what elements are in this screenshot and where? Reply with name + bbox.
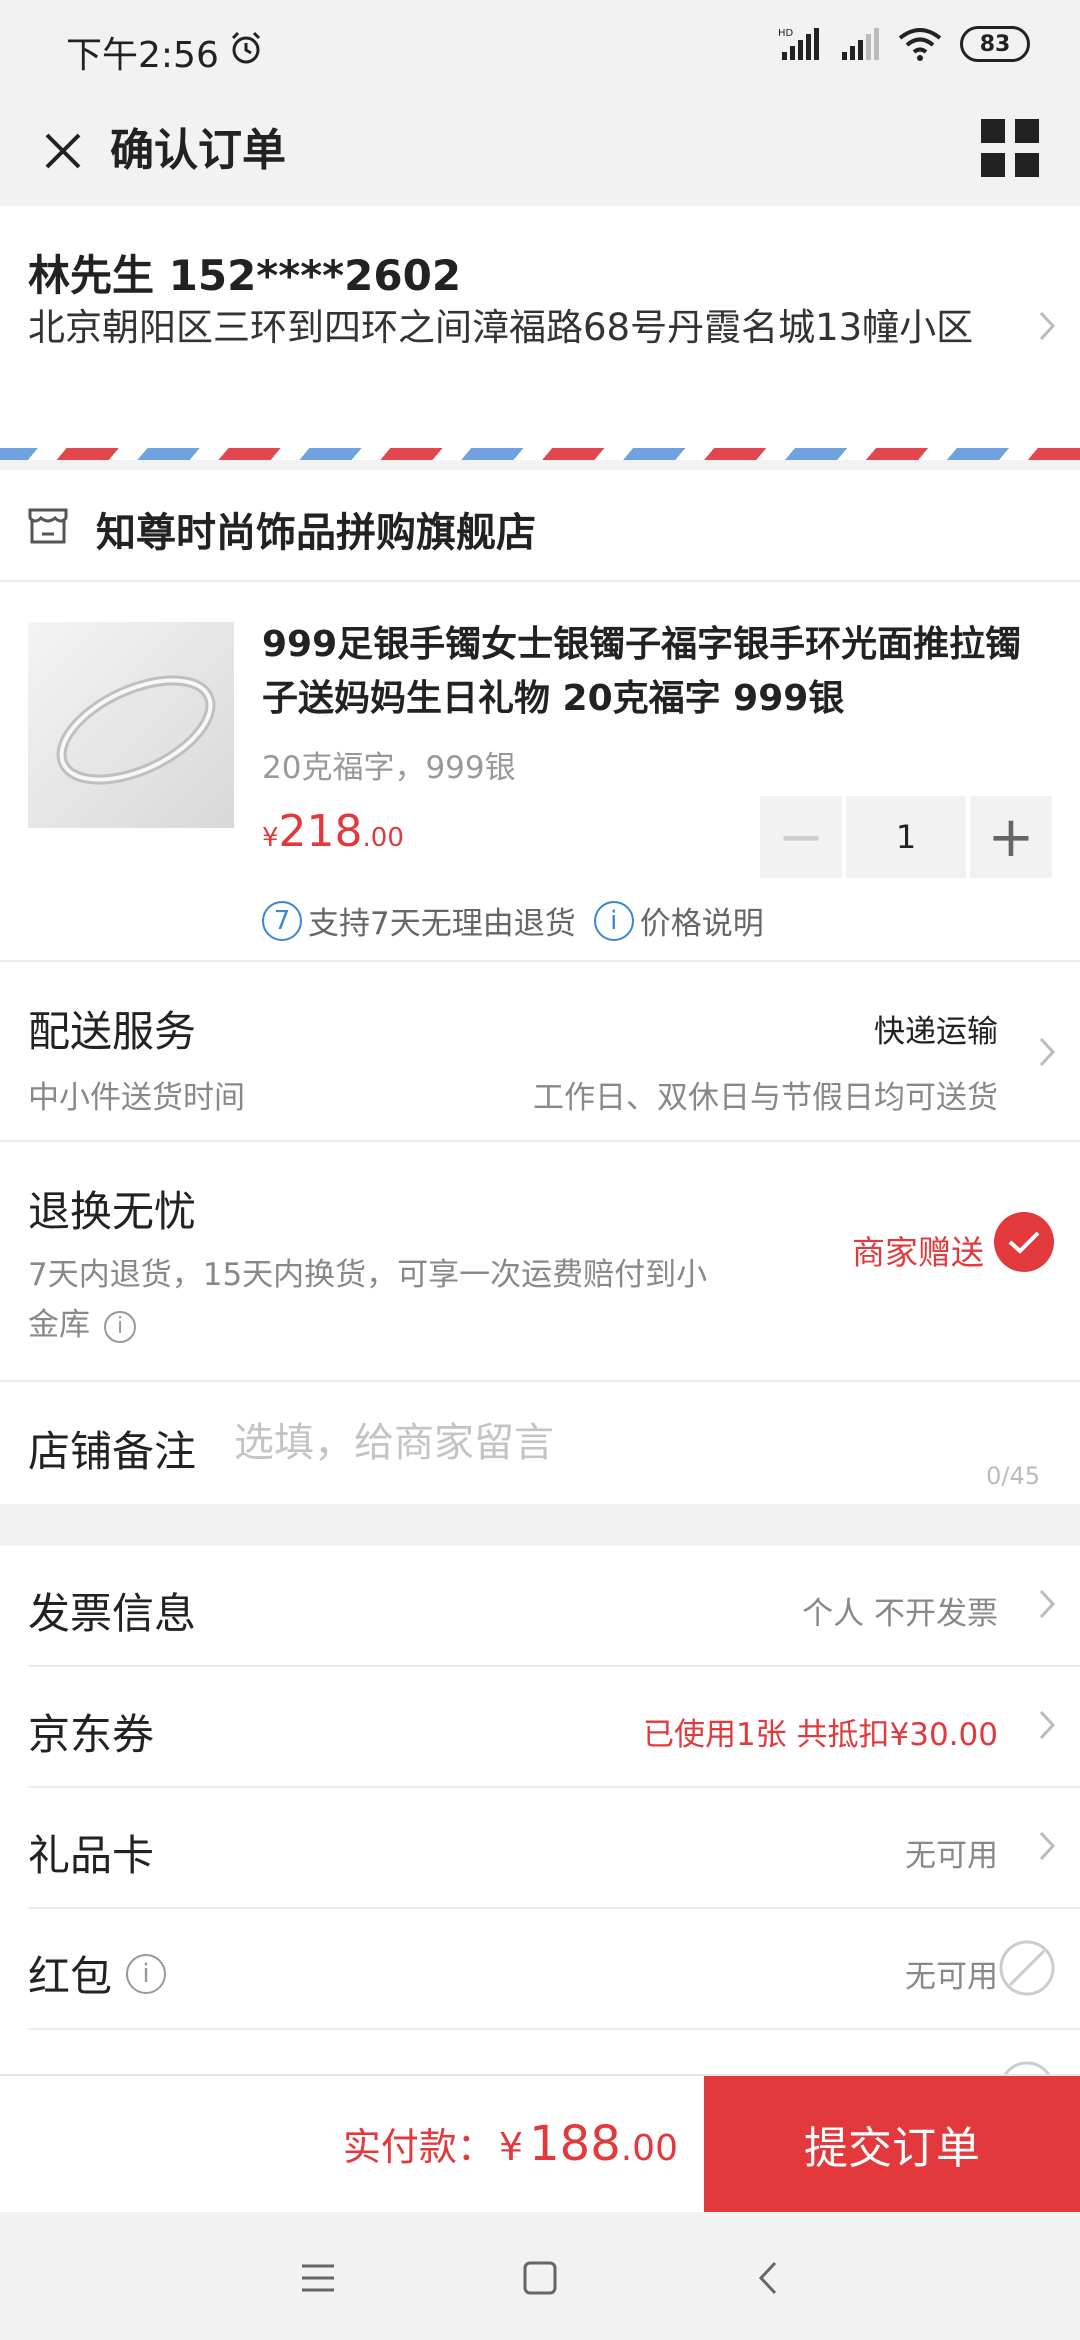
checkout-bar: 实付款： ¥188.00 提交订单: [0, 2074, 1080, 2212]
signal-hd-icon: HD: [778, 28, 819, 60]
status-time: 下午2:56: [66, 35, 219, 76]
store-name: 知尊时尚饰品拼购旗舰店: [96, 510, 536, 556]
return-policy-text: 支持7天无理由退货: [308, 906, 576, 942]
decrease-button[interactable]: −: [760, 796, 842, 878]
menu-nav-button[interactable]: [296, 2256, 340, 2300]
close-icon: [45, 133, 81, 169]
coupon-value: 已使用1张 共抵扣¥30.00: [642, 1717, 998, 1753]
info-icon: i: [593, 900, 634, 941]
battery-indicator: 83: [960, 26, 1030, 62]
wifi-icon: [898, 28, 942, 61]
red-packet-row[interactable]: 红包 i 无可用: [28, 1909, 1080, 2030]
home-nav-button[interactable]: [518, 2256, 562, 2300]
square-icon: [523, 2261, 557, 2295]
back-nav-button[interactable]: [746, 2256, 790, 2300]
delivery-label: 配送服务: [28, 1007, 197, 1056]
delivery-sub-label: 中小件送货时间: [28, 1080, 245, 1116]
invoice-label: 发票信息: [28, 1589, 197, 1638]
product-tags: 7 支持7天无理由退货 i 价格说明: [262, 898, 764, 943]
airmail-divider: [0, 448, 1080, 460]
product-spec: 20克福字，999银: [262, 750, 516, 786]
unavailable-icon: [999, 1940, 1055, 1996]
chevron-right-icon: [1039, 1037, 1056, 1067]
return-service-row: 退换无忧 7天内退货，15天内换货，可享一次运费赔付到小金库 i 商家赠送: [0, 1140, 1080, 1380]
payment-options: 发票信息 个人 不开发票 京东券 已使用1张 共抵扣¥30.00 礼品卡 无可用…: [0, 1546, 1080, 2086]
red-packet-label: 红包 i: [28, 1943, 167, 2004]
chevron-right-icon: [1039, 1710, 1056, 1740]
check-icon: [1008, 1231, 1040, 1254]
quantity-stepper: − 1 +: [760, 796, 1052, 878]
product-price: ¥218.00: [262, 806, 404, 857]
merchant-gift-label: 商家赠送: [852, 1233, 984, 1272]
price-note[interactable]: i 价格说明: [593, 898, 764, 943]
invoice-row[interactable]: 发票信息 个人 不开发票: [28, 1546, 1080, 1667]
gift-card-value: 无可用: [905, 1838, 998, 1874]
svg-text:HD: HD: [778, 28, 794, 39]
store-note-row: 店铺备注 0/45: [0, 1380, 1080, 1504]
return-service-desc: 7天内退货，15天内换货，可享一次运费赔付到小金库 i: [28, 1257, 708, 1343]
store-header[interactable]: 知尊时尚饰品拼购旗舰店: [0, 470, 1080, 582]
alarm-icon: [231, 31, 261, 64]
page-title: 确认订单: [110, 125, 286, 176]
address-card[interactable]: 林先生 152****2602 北京朝阳区三环到四环之间漳福路68号丹霞名城13…: [0, 206, 1080, 458]
hamburger-icon: [302, 2264, 334, 2292]
coupon-label: 京东券: [28, 1710, 155, 1759]
gift-card-label: 礼品卡: [28, 1831, 155, 1880]
checkbox-checked[interactable]: [994, 1212, 1054, 1272]
close-button[interactable]: [28, 116, 98, 186]
store-section: 知尊时尚饰品拼购旗舰店 999足银手镯女士银镯子福字银手环光面推拉镯子送妈妈生日…: [0, 470, 1080, 1504]
delivery-service-row[interactable]: 配送服务 快递运输 中小件送货时间 工作日、双休日与节假日均可送货: [0, 960, 1080, 1140]
chevron-right-icon: [1039, 311, 1056, 341]
store-icon: [28, 508, 68, 544]
quantity-value[interactable]: 1: [846, 796, 966, 878]
system-nav-bar: [0, 2212, 1080, 2340]
product-image[interactable]: [28, 622, 234, 828]
gift-card-row[interactable]: 礼品卡 无可用: [28, 1788, 1080, 1909]
info-icon[interactable]: i: [104, 1310, 136, 1343]
status-bar: 下午2:56 HD 83: [0, 0, 1080, 96]
back-icon: [758, 2261, 777, 2295]
submit-order-button[interactable]: 提交订单: [704, 2076, 1080, 2212]
store-note-label: 店铺备注: [28, 1427, 197, 1476]
total-payable: 实付款： ¥188.00: [342, 2116, 678, 2172]
delivery-sub-value: 工作日、双休日与节假日均可送货: [533, 1080, 998, 1116]
bracelet-image: [56, 675, 216, 785]
address-detail: 北京朝阳区三环到四环之间漳福路68号丹霞名城13幢小区: [28, 306, 974, 349]
invoice-value: 个人 不开发票: [802, 1596, 998, 1632]
store-note-input[interactable]: [232, 1408, 1012, 1478]
grid-icon: [981, 119, 1039, 177]
recipient-name-phone: 林先生 152****2602: [28, 251, 462, 300]
delivery-method: 快递运输: [874, 1014, 998, 1050]
info-icon[interactable]: i: [126, 1953, 167, 1994]
chevron-right-icon: [1039, 1831, 1056, 1861]
page-header: 确认订单: [0, 96, 1080, 206]
signal-icon: [842, 28, 879, 60]
product-title[interactable]: 999足银手镯女士银镯子福字银手环光面推拉镯子送妈妈生日礼物 20克福字 999…: [262, 618, 1042, 726]
note-char-count: 0/45: [986, 1462, 1040, 1490]
return-service-label: 退换无忧: [28, 1187, 197, 1236]
menu-button[interactable]: [970, 108, 1050, 188]
increase-button[interactable]: +: [970, 796, 1052, 878]
red-packet-value: 无可用: [905, 1959, 998, 1995]
chevron-right-icon: [1039, 1589, 1056, 1619]
coupon-row[interactable]: 京东券 已使用1张 共抵扣¥30.00: [28, 1667, 1080, 1788]
return-7day-icon: 7: [262, 900, 302, 941]
